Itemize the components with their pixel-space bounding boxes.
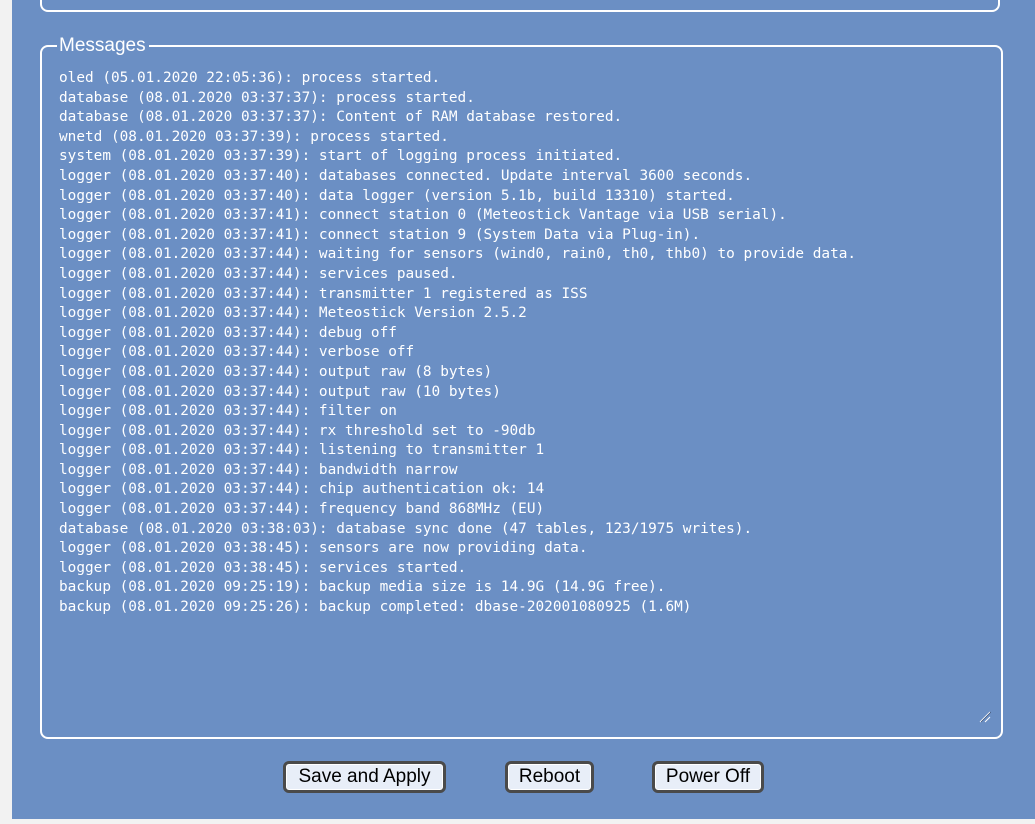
reboot-button[interactable]: Reboot: [505, 761, 594, 793]
log-line: logger (08.01.2020 03:37:44): verbose of…: [59, 344, 415, 361]
resize-handle-icon[interactable]: [977, 709, 991, 723]
log-line: logger (08.01.2020 03:37:44): frequency …: [59, 501, 545, 518]
log-line: logger (08.01.2020 03:37:44): bandwidth …: [59, 461, 458, 478]
log-line: logger (08.01.2020 03:38:45): services s…: [59, 559, 467, 576]
log-line: logger (08.01.2020 03:37:44): services p…: [59, 265, 458, 282]
log-line: logger (08.01.2020 03:37:41): connect st…: [59, 226, 701, 243]
log-line: logger (08.01.2020 03:37:44): output raw…: [59, 383, 501, 400]
log-line: logger (08.01.2020 03:37:44): listening …: [59, 442, 545, 459]
log-line: logger (08.01.2020 03:37:44): debug off: [59, 324, 397, 341]
messages-fieldset: Messages oled (05.01.2020 22:05:36): pro…: [40, 34, 1003, 739]
log-line: logger (08.01.2020 03:37:44): output raw…: [59, 363, 493, 380]
log-line: logger (08.01.2020 03:37:44): Meteostick…: [59, 305, 527, 322]
log-line: backup (08.01.2020 09:25:26): backup com…: [59, 599, 692, 616]
log-line: logger (08.01.2020 03:37:40): data logge…: [59, 187, 735, 204]
log-line: logger (08.01.2020 03:37:44): rx thresho…: [59, 422, 536, 439]
messages-textarea[interactable]: oled (05.01.2020 22:05:36): process star…: [59, 69, 989, 724]
log-line: backup (08.01.2020 09:25:19): backup med…: [59, 579, 666, 596]
log-line: oled (05.01.2020 22:05:36): process star…: [59, 70, 441, 86]
log-line: database (08.01.2020 03:38:03): database…: [59, 520, 753, 537]
log-line: logger (08.01.2020 03:37:44): transmitte…: [59, 285, 588, 302]
log-line: database (08.01.2020 03:37:37): process …: [59, 89, 475, 106]
previous-fieldset-edge: [40, 0, 1000, 12]
log-line: wnetd (08.01.2020 03:37:39): process sta…: [59, 128, 449, 145]
log-line: logger (08.01.2020 03:37:41): connect st…: [59, 207, 787, 224]
log-line: database (08.01.2020 03:37:37): Content …: [59, 109, 623, 126]
log-line: logger (08.01.2020 03:37:44): waiting fo…: [59, 246, 857, 263]
messages-legend: Messages: [57, 34, 149, 58]
log-line: logger (08.01.2020 03:37:40): databases …: [59, 167, 753, 184]
save-and-apply-button[interactable]: Save and Apply: [283, 761, 446, 793]
power-off-button[interactable]: Power Off: [652, 761, 764, 793]
log-line: logger (08.01.2020 03:37:44): chip authe…: [59, 481, 545, 498]
log-line: logger (08.01.2020 03:38:45): sensors ar…: [59, 540, 588, 557]
action-bar: Save and Apply Reboot Power Off: [12, 761, 1035, 793]
log-line: system (08.01.2020 03:37:39): start of l…: [59, 148, 623, 165]
log-line: logger (08.01.2020 03:37:44): filter on: [59, 403, 397, 420]
settings-page: Messages oled (05.01.2020 22:05:36): pro…: [12, 0, 1035, 819]
